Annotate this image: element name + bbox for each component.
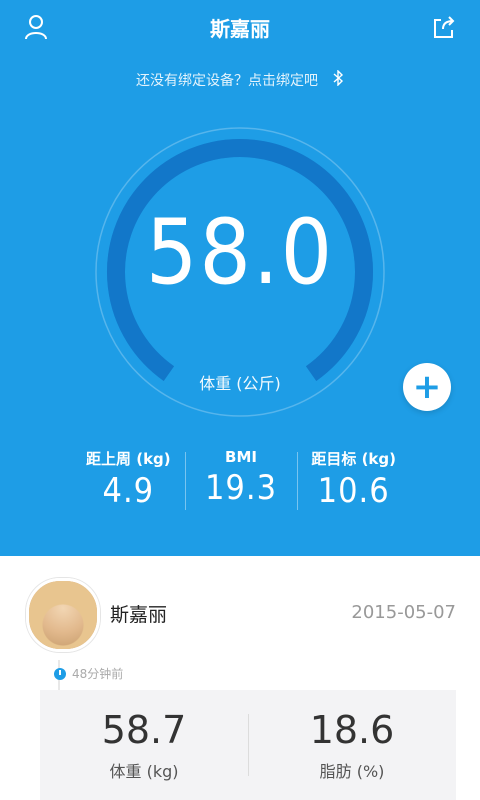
profile-name: 斯嘉丽	[110, 604, 168, 626]
stat-last-week: 距上周 (kg) 4.9	[72, 448, 185, 516]
stat-goal: 距目标 (kg) 10.6	[297, 448, 410, 516]
top-bar: 斯嘉丽	[0, 0, 480, 56]
time-ago: 48分钟前	[54, 665, 123, 682]
add-record-button[interactable]: +	[403, 363, 451, 411]
record-weight: 58.7 体重 (kg)	[40, 690, 248, 800]
bind-device-hint[interactable]: 还没有绑定设备？点击绑定吧	[0, 69, 480, 90]
record-label: 体重 (kg)	[109, 762, 179, 781]
bind-hint-text: 还没有绑定设备？点击绑定吧	[136, 73, 318, 89]
header-panel: 斯嘉丽 还没有绑定设备？点击绑定吧 58.0 体重 (公斤) + 距上周 (kg…	[0, 0, 480, 556]
stat-bmi: BMI 19.3	[184, 448, 298, 516]
record-label: 脂肪 (%)	[319, 762, 385, 781]
stat-value: 19.3	[204, 468, 278, 508]
avatar-hair	[29, 581, 97, 649]
stat-label: 距目标 (kg)	[311, 450, 396, 468]
clock-icon	[54, 667, 66, 680]
stat-value: 4.9	[102, 471, 155, 511]
stat-value: 10.6	[317, 471, 390, 511]
avatar[interactable]	[26, 578, 100, 652]
stats-row: 距上周 (kg) 4.9 BMI 19.3 距目标 (kg) 10.6	[72, 448, 410, 516]
record-row[interactable]: 58.7 体重 (kg) 18.6 脂肪 (%)	[40, 690, 456, 800]
record-date: 2015-05-07	[351, 602, 456, 623]
bluetooth-icon	[332, 69, 344, 90]
time-ago-text: 48分钟前	[72, 667, 124, 681]
record-value: 58.7	[101, 708, 187, 752]
weight-value: 58.0	[145, 200, 335, 305]
stat-label: 距上周 (kg)	[86, 450, 171, 468]
record-fat: 18.6 脂肪 (%)	[248, 690, 456, 800]
record-value: 18.6	[309, 708, 395, 752]
stat-label: BMI	[225, 448, 257, 466]
page-title: 斯嘉丽	[210, 17, 270, 41]
share-icon[interactable]	[426, 9, 462, 45]
